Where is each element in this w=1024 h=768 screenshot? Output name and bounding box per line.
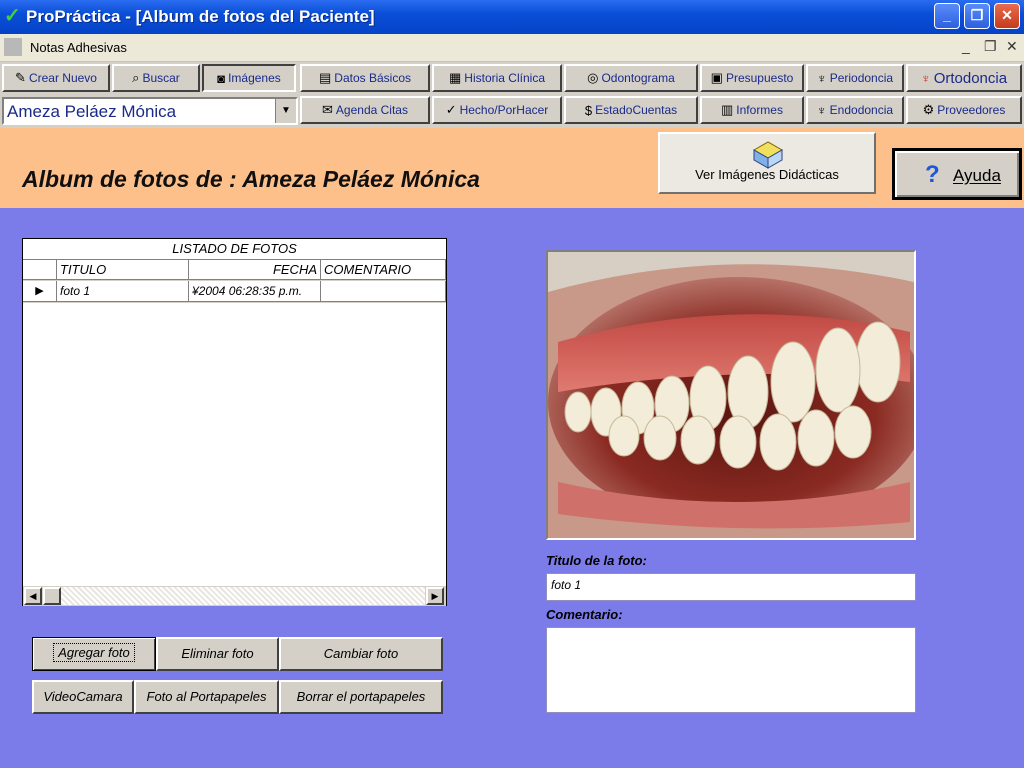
table-cell-fecha[interactable]: ¥2004 06:28:35 p.m. xyxy=(189,281,321,302)
close-button[interactable]: ✕ xyxy=(994,3,1020,29)
camera-icon: ◙ xyxy=(217,70,226,86)
mdi-close-button[interactable]: ✕ xyxy=(1006,38,1018,55)
app-check-icon: ✓ xyxy=(4,5,21,27)
odontograma-button[interactable]: ◎ Odontograma xyxy=(564,64,698,92)
column-header-titulo[interactable]: TITULO xyxy=(57,260,189,280)
restore-button[interactable]: ❐ xyxy=(964,3,990,29)
window-title: ProPráctica - [Album de fotos del Pacien… xyxy=(26,7,375,26)
grid-caption: LISTADO DE FOTOS xyxy=(23,239,446,260)
patient-select[interactable]: Ameza Peláez Mónica ▼ xyxy=(2,97,298,125)
column-header-comentario[interactable]: COMENTARIO xyxy=(321,260,446,280)
sticky-notes-menu[interactable]: Notas Adhesivas xyxy=(30,40,127,55)
endodoncia-button[interactable]: ♆ Endodoncia xyxy=(806,96,904,124)
videocamara-button[interactable]: VideoCamara xyxy=(32,680,134,714)
minimize-button[interactable]: _ xyxy=(934,3,960,29)
album-header: Album de fotos de : Ameza Peláez Mónica … xyxy=(0,128,1024,208)
agenda-citas-button[interactable]: ✉ Agenda Citas xyxy=(300,96,430,124)
photo-list-grid[interactable]: LISTADO DE FOTOS TITULO FECHA COMENTARIO… xyxy=(22,238,447,606)
odontogram-icon: ◎ xyxy=(587,70,599,85)
calendar-icon: ✉ xyxy=(322,102,333,117)
new-record-icon: ✎ xyxy=(15,70,26,85)
grid-empty-area xyxy=(23,303,446,585)
agregar-foto-button[interactable]: Agregar foto xyxy=(32,637,156,671)
hecho-por-hacer-button[interactable]: ✓ Hecho/PorHacer xyxy=(432,96,562,124)
dollar-icon: $ xyxy=(584,102,593,118)
scrollbar-thumb[interactable] xyxy=(43,587,61,605)
column-header-fecha[interactable]: FECHA xyxy=(189,260,321,280)
cambiar-foto-button[interactable]: Cambiar foto xyxy=(279,637,443,671)
foto-al-portapapeles-button[interactable]: Foto al Portapapeles xyxy=(134,680,279,714)
horizontal-scrollbar[interactable]: ◀ ▶ xyxy=(23,585,446,606)
informes-button[interactable]: ▥ Informes xyxy=(700,96,804,124)
help-label: Ayuda xyxy=(953,166,1001,185)
report-icon: ▥ xyxy=(721,102,734,117)
agregar-foto-label: Agregar foto xyxy=(53,643,135,662)
borrar-portapapeles-button[interactable]: Borrar el portapapeles xyxy=(279,680,443,714)
photo-title-field[interactable]: foto 1 xyxy=(546,573,916,601)
didactic-images-icon xyxy=(752,141,784,169)
historia-clinica-button[interactable]: ▦ Historia Clínica xyxy=(432,64,562,92)
photo-title-label: Titulo de la foto: xyxy=(546,553,647,568)
notes-icon xyxy=(4,38,22,56)
patient-photo xyxy=(546,250,916,540)
binoculars-icon: ⌕ xyxy=(132,70,140,85)
proveedores-button[interactable]: ⚙ Proveedores xyxy=(906,96,1022,124)
datos-basicos-button[interactable]: ▤ Datos Básicos xyxy=(300,64,430,92)
crear-nuevo-button[interactable]: ✎ Crear Nuevo xyxy=(2,64,110,92)
budget-icon: ▣ xyxy=(710,70,723,85)
estado-cuentas-button[interactable]: $ EstadoCuentas xyxy=(564,96,698,124)
window-titlebar[interactable]: ✓ ProPráctica - [Album de fotos del Paci… xyxy=(0,0,1024,34)
periodoncia-button[interactable]: ♆ Periodoncia xyxy=(806,64,904,92)
tooth-icon: ♆ xyxy=(920,70,931,86)
comment-label: Comentario: xyxy=(546,607,623,622)
table-cell-comentario[interactable] xyxy=(321,281,446,302)
row-pointer-icon: ▶ xyxy=(23,281,57,302)
scroll-right-icon[interactable]: ▶ xyxy=(426,587,444,605)
scrollbar-track[interactable] xyxy=(61,587,425,605)
menu-strip: Notas Adhesivas _ ❐ ✕ xyxy=(0,34,1024,62)
patient-select-value: Ameza Peláez Mónica xyxy=(7,102,177,121)
mdi-restore-button[interactable]: ❐ xyxy=(984,38,997,55)
ortodoncia-button[interactable]: ♆ Ortodoncia xyxy=(906,64,1022,92)
buscar-button[interactable]: ⌕ Buscar xyxy=(112,64,200,92)
chevron-down-icon[interactable]: ▼ xyxy=(275,99,296,123)
tooth-icon: ♆ xyxy=(816,102,827,118)
mdi-minimize-button[interactable]: _ xyxy=(962,38,970,54)
id-card-icon: ▤ xyxy=(319,70,332,85)
presupuesto-button[interactable]: ▣ Presupuesto xyxy=(700,64,804,92)
eliminar-foto-button[interactable]: Eliminar foto xyxy=(156,637,279,671)
page-title: Album de fotos de : Ameza Peláez Mónica xyxy=(22,166,480,192)
help-question-icon: ? xyxy=(925,161,940,188)
scroll-left-icon[interactable]: ◀ xyxy=(24,587,42,605)
ver-imagenes-label: Ver Imágenes Didácticas xyxy=(695,167,839,182)
dental-photo-image xyxy=(548,252,914,538)
main-toolbar: ✎ Crear Nuevo ⌕ Buscar ◙ Imágenes ▤ Datos Bá… xyxy=(0,62,1024,128)
comment-field[interactable] xyxy=(546,627,916,713)
checkmark-icon: ✓ xyxy=(445,102,457,117)
history-icon: ▦ xyxy=(449,70,462,85)
tooth-icon: ♆ xyxy=(816,70,827,86)
imagenes-button[interactable]: ◙ Imágenes xyxy=(202,64,296,92)
table-cell-titulo[interactable]: foto 1 xyxy=(57,281,189,302)
ver-imagenes-didacticas-button[interactable]: Ver Imágenes Didácticas xyxy=(658,132,876,194)
row-selector-header xyxy=(23,260,57,280)
help-button[interactable]: ? Ayuda xyxy=(892,148,1022,200)
supplier-icon: ⚙ xyxy=(922,102,935,117)
